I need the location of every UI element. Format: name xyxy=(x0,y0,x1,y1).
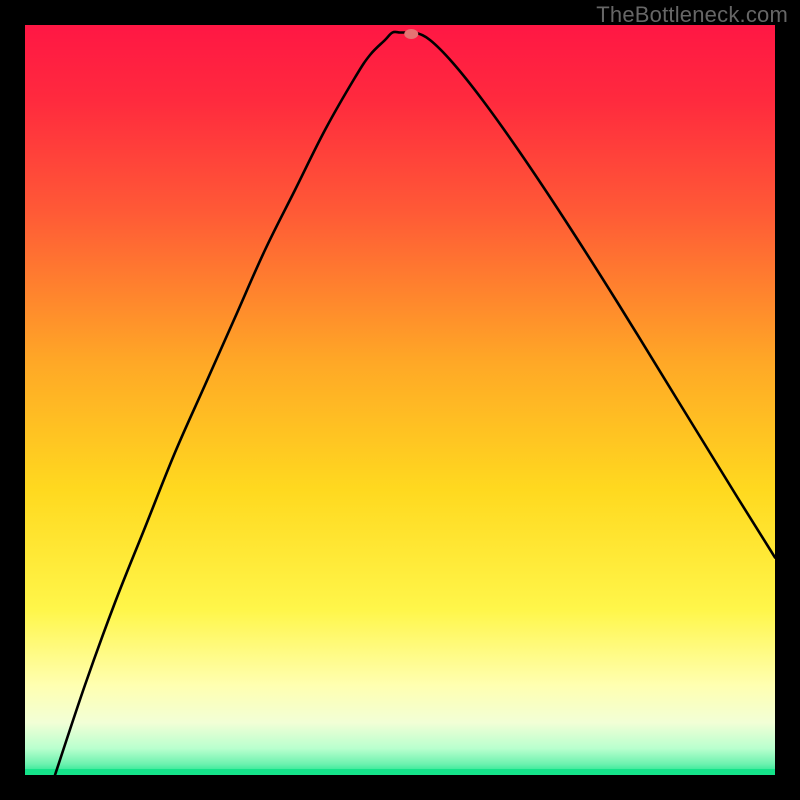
gradient-background xyxy=(25,25,775,775)
optimal-marker xyxy=(404,29,418,39)
green-baseline xyxy=(25,769,775,775)
plot-svg xyxy=(25,25,775,775)
bottleneck-plot xyxy=(25,25,775,775)
chart-frame: TheBottleneck.com xyxy=(0,0,800,800)
